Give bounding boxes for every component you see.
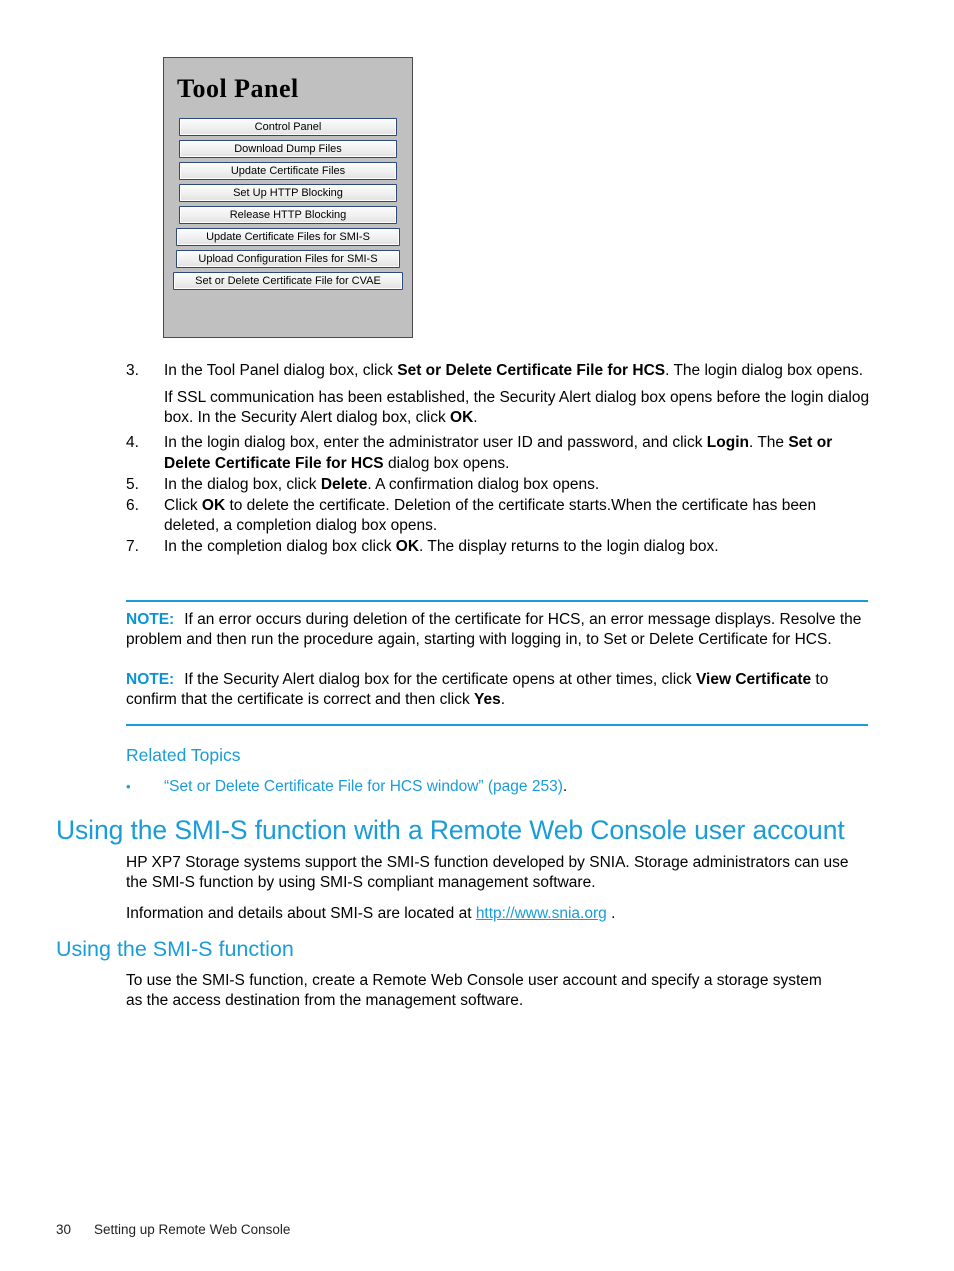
tool-panel-button-update-certificate-files[interactable]: Update Certificate Files xyxy=(179,162,397,181)
note-1-label: NOTE: xyxy=(126,611,175,628)
tool-panel-button-upload-configuration-files-smis[interactable]: Upload Configuration Files for SMI-S xyxy=(176,250,400,269)
related-topic-trailing-period: . xyxy=(562,778,568,795)
section-1-body: HP XP7 Storage systems support the SMI-S… xyxy=(126,853,870,935)
step-4-text: In the login dialog box, enter the admin… xyxy=(164,433,870,473)
section-1-paragraph-2-post: . xyxy=(606,905,616,923)
notes-block: NOTE: If an error occurs during deletion … xyxy=(126,600,868,726)
related-topic-link[interactable]: “Set or Delete Certificate File for HCS … xyxy=(164,778,563,795)
step-7-number: 7. xyxy=(126,538,139,556)
step-4-post-2: dialog box opens. xyxy=(383,454,510,472)
step-5-bold: Delete xyxy=(320,475,368,493)
tool-panel-button-update-certificate-files-smis[interactable]: Update Certificate Files for SMI-S xyxy=(176,228,400,247)
tool-panel-button-release-http-blocking[interactable]: Release HTTP Blocking xyxy=(179,206,397,225)
step-6-number: 6. xyxy=(126,496,139,514)
step-4-number: 4. xyxy=(126,434,139,452)
related-topics-list-item: • “Set or Delete Certificate File for HC… xyxy=(126,778,868,796)
note-2-pre: If the Security Alert dialog box for the… xyxy=(184,671,696,689)
note-2-bold: View Certificate xyxy=(695,671,812,689)
section-2-body: To use the SMI-S function, create a Remo… xyxy=(126,971,840,1011)
step-6: 6. Click OK to delete the certificate. D… xyxy=(126,496,870,536)
related-topics-heading: Related Topics xyxy=(126,745,241,765)
step-3-number: 3. xyxy=(126,362,139,379)
section-heading-using-smis-function: Using the SMI-S function xyxy=(56,937,294,961)
note-1-text: If an error occurs during deletion of th… xyxy=(126,611,862,649)
notes-spacer xyxy=(126,650,868,662)
step-4-bold: Login xyxy=(706,434,749,452)
step-7-post: . The display returns to the login dialo… xyxy=(419,538,719,556)
step-6-post: to delete the certificate. Deletion of t… xyxy=(164,496,817,534)
note-2-label: NOTE: xyxy=(126,671,175,689)
step-4: 4. In the login dialog box, enter the ad… xyxy=(126,433,870,473)
ssl-note-post: . xyxy=(473,409,478,427)
related-topics-section: Related Topics • “Set or Delete Certific… xyxy=(126,745,868,796)
step-5-text: In the dialog box, click Delete. A confi… xyxy=(164,475,870,495)
related-topics-link-wrap: “Set or Delete Certificate File for HCS … xyxy=(164,778,567,796)
step-6-text: Click OK to delete the certificate. Dele… xyxy=(164,496,870,536)
note-2-bold-2: Yes xyxy=(474,691,501,709)
footer-page-number: 30 xyxy=(56,1222,72,1237)
ssl-note-bold: OK xyxy=(450,409,474,427)
step-5-number: 5. xyxy=(126,475,139,493)
footer-chapter-title: Setting up Remote Web Console xyxy=(94,1222,291,1237)
ssl-note-paragraph: If SSL communication has been establishe… xyxy=(164,388,870,428)
tool-panel-button-control-panel[interactable]: Control Panel xyxy=(179,118,397,137)
tool-panel-button-stack: Control Panel Download Dump Files Update… xyxy=(164,118,412,291)
step-6-bold: OK xyxy=(201,496,226,514)
step-5-post: . A confirmation dialog box opens. xyxy=(367,475,600,493)
tool-panel-button-set-up-http-blocking[interactable]: Set Up HTTP Blocking xyxy=(179,184,397,203)
notes-top-divider xyxy=(126,600,868,602)
note-2-post: . xyxy=(500,691,506,709)
ssl-note-pre: If SSL communication has been establishe… xyxy=(164,389,870,427)
section-1-paragraph-2-pre: Information and details about SMI-S are … xyxy=(126,905,476,923)
section-1-paragraph-1: HP XP7 Storage systems support the SMI-S… xyxy=(126,854,849,892)
tool-panel-figure: Tool Panel Control Panel Download Dump F… xyxy=(163,57,413,338)
step-7-pre: In the completion dialog box click xyxy=(164,538,396,556)
step-3-pre: In the Tool Panel dialog box, click xyxy=(164,362,398,379)
step-5-pre: In the dialog box, click xyxy=(164,475,321,493)
section-1-paragraph-2: Information and details about SMI-S are … xyxy=(126,904,870,924)
step-4-pre: In the login dialog box, enter the admin… xyxy=(164,434,707,452)
step-5: 5. In the dialog box, click Delete. A co… xyxy=(126,475,870,495)
step-3-post: . The login dialog box opens. xyxy=(665,362,864,379)
step-3: 3. In the Tool Panel dialog box, click S… xyxy=(126,361,870,381)
step-7: 7. In the completion dialog box click OK… xyxy=(126,537,870,557)
tool-panel-title: Tool Panel xyxy=(177,74,299,103)
notes-bottom-divider xyxy=(126,723,868,726)
step-7-bold: OK xyxy=(395,538,420,556)
note-1: NOTE: If an error occurs during deletion … xyxy=(126,610,868,650)
step-7-text: In the completion dialog box click OK. T… xyxy=(164,537,870,557)
section-heading-smis-remote-web-console: Using the SMI-S function with a Remote W… xyxy=(56,815,845,845)
step-3-text: In the Tool Panel dialog box, click Set … xyxy=(164,361,870,381)
tool-panel-button-download-dump-files[interactable]: Download Dump Files xyxy=(179,140,397,159)
step-6-pre: Click xyxy=(164,496,202,514)
bullet-icon: • xyxy=(126,779,131,794)
tool-panel-button-set-or-delete-certificate-file-cvae[interactable]: Set or Delete Certificate File for CVAE xyxy=(173,272,403,291)
procedure-steps: 3. In the Tool Panel dialog box, click S… xyxy=(126,361,870,558)
snia-url-link[interactable]: http://www.snia.org xyxy=(476,905,607,922)
note-2: NOTE: If the Security Alert dialog box fo… xyxy=(126,670,868,710)
step-4-post: . The xyxy=(748,434,789,452)
section-2-paragraph-1: To use the SMI-S function, create a Remo… xyxy=(126,972,822,1010)
step-3-bold: Set or Delete Certificate File for HCS xyxy=(397,362,666,379)
page-footer: 30 Setting up Remote Web Console xyxy=(56,1222,290,1237)
